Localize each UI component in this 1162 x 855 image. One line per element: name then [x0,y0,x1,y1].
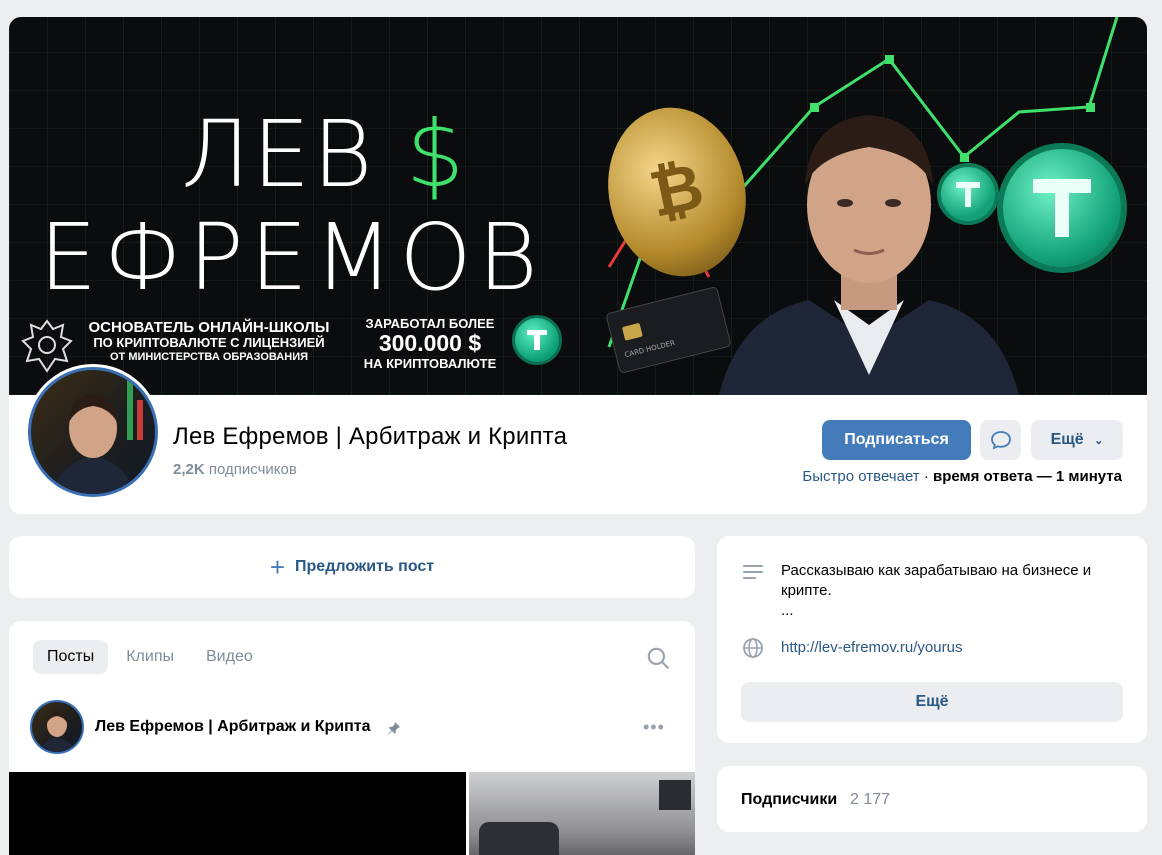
globe-icon [743,638,763,658]
post-options-icon[interactable]: ••• [643,717,669,737]
group-info-card: Рассказываю как зарабатываю на бизнесе и… [717,536,1147,743]
coat-of-arms-icon [21,319,73,373]
feed-tabs: Посты Клипы Видео [33,640,267,674]
tether-coin-icon [512,315,562,365]
suggest-post-button[interactable]: + Предложить пост [9,536,695,598]
cover-school-text: ОСНОВАТЕЛЬ ОНЛАЙН-ШКОЛЫ ПО КРИПТОВАЛЮТЕ … [88,319,330,364]
chevron-down-icon: ⌄ [1094,435,1104,447]
subscribe-button[interactable]: Подписаться [822,420,971,460]
group-name: Лев Ефремов | Арбитраж и Крипта [173,423,568,450]
cover-title-last: ЕФРЕМОВ [39,204,544,311]
tab-video[interactable]: Видео [192,640,267,674]
search-icon[interactable] [645,645,671,671]
fast-reply-label: Быстро отвечает [802,468,920,485]
plus-icon: + [269,552,286,582]
suggest-post-label: Предложить пост [295,558,435,575]
avatar-photo [28,367,158,497]
cover-earnings-text: ЗАРАБОТАЛ БОЛЕЕ 300.000 $ НА КРИПТОВАЛЮТ… [363,316,497,371]
more-button[interactable]: Ещё ⌄ [1031,420,1123,460]
reply-time: время ответа — 1 минута [933,468,1122,485]
tether-coin-small-icon [937,163,999,225]
cover-title-first: ЛЕВ $ [181,101,467,208]
subscriber-count[interactable]: 2,2K подписчиков [173,461,297,478]
chat-bubble-icon [990,431,1011,450]
posts-feed: Посты Клипы Видео Лев Ефремов | Арбитраж… [9,621,695,855]
post-author-avatar[interactable] [30,700,84,754]
subscribers-count: 2 177 [850,791,891,808]
description-ellipsis[interactable]: ... [781,602,794,619]
pin-icon [388,722,400,735]
post-image[interactable] [9,772,466,855]
post-author-name[interactable]: Лев Ефремов | Арбитраж и Крипта [95,718,371,736]
subscribers-card[interactable]: Подписчики 2 177 [717,766,1147,832]
info-more-button[interactable]: Ещё [741,682,1123,722]
subscribers-title: Подписчики [741,791,838,808]
reply-time-info: Быстро отвечает · время ответа — 1 минут… [802,468,1122,485]
group-avatar[interactable] [25,364,161,500]
group-header-card: ЛЕВ $ ЕФРЕМОВ ОСНОВАТЕЛЬ ОНЛАЙН-ШКОЛЫ ПО… [9,17,1147,514]
svg-text:₿: ₿ [644,149,710,232]
tab-posts[interactable]: Посты [33,640,109,674]
tether-coin-large-icon [997,143,1127,273]
group-description: Рассказываю как зарабатываю на бизнесе и… [781,562,1092,599]
message-button[interactable] [980,420,1021,460]
description-icon [743,565,763,579]
post-image[interactable] [469,772,695,855]
website-link[interactable]: http://lev-efremov.ru/yourus [781,639,962,656]
tab-clips[interactable]: Клипы [112,640,188,674]
cover-image: ЛЕВ $ ЕФРЕМОВ ОСНОВАТЕЛЬ ОНЛАЙН-ШКОЛЫ ПО… [9,17,1147,395]
founder-photo [719,115,1019,395]
cover-dollar-sign: $ [405,101,467,208]
